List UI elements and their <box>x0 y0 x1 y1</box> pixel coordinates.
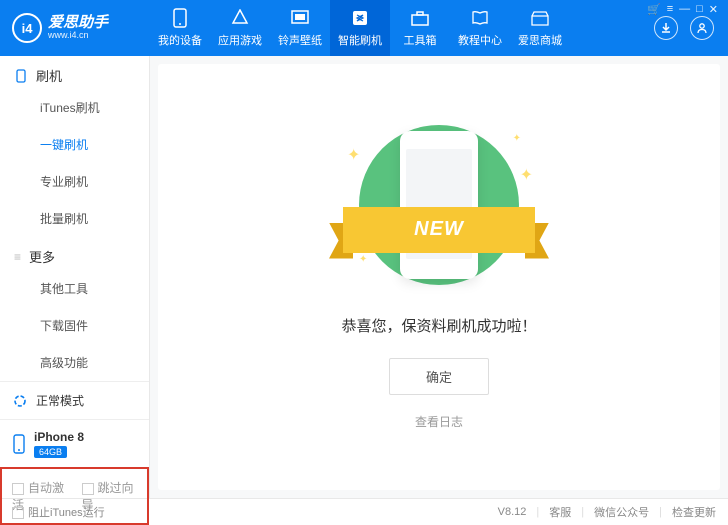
new-ribbon: NEW <box>343 207 535 253</box>
sidebar-section-flash[interactable]: 刷机 <box>0 56 149 89</box>
confirm-button[interactable]: 确定 <box>389 358 489 395</box>
toolbox-icon <box>410 8 430 28</box>
sidebar-item-advanced[interactable]: 高级功能 <box>0 344 149 381</box>
top-nav: 我的设备 应用游戏 铃声壁纸 智能刷机 工具箱 教程中心 爱思商城 <box>150 0 570 56</box>
sidebar-item-batch-flash[interactable]: 批量刷机 <box>0 200 149 237</box>
brand-url: www.i4.cn <box>48 31 108 41</box>
device-mode[interactable]: 正常模式 <box>0 381 149 419</box>
user-button[interactable] <box>690 16 714 40</box>
logo-icon: i4 <box>12 13 42 43</box>
footer-wechat[interactable]: 微信公众号 <box>594 504 649 520</box>
nav-tutorial[interactable]: 教程中心 <box>450 0 510 56</box>
nav-apps[interactable]: 应用游戏 <box>210 0 270 56</box>
block-itunes-checkbox[interactable]: 阻止iTunes运行 <box>12 504 105 520</box>
wallpaper-icon <box>291 8 309 28</box>
flash-icon <box>351 8 369 28</box>
sidebar-item-other-tools[interactable]: 其他工具 <box>0 270 149 307</box>
apps-icon <box>231 8 249 28</box>
download-button[interactable] <box>654 16 678 40</box>
sidebar: 刷机 iTunes刷机 一键刷机 专业刷机 批量刷机 ≡ 更多 其他工具 下载固… <box>0 56 150 498</box>
footer-support[interactable]: 客服 <box>549 504 571 520</box>
success-illustration: ✦ ✦ ✦ ✦ NEW <box>339 125 539 295</box>
sidebar-item-oneclick-flash[interactable]: 一键刷机 <box>0 126 149 163</box>
storage-badge: 64GB <box>34 446 67 458</box>
nav-ringtones[interactable]: 铃声壁纸 <box>270 0 330 56</box>
window-controls: 🛒 ≡ — □ ✕ <box>637 0 728 18</box>
minimize-button[interactable]: — <box>679 3 690 15</box>
version-label: V8.12 <box>498 506 527 518</box>
sidebar-item-download-fw[interactable]: 下载固件 <box>0 307 149 344</box>
sidebar-section-more[interactable]: ≡ 更多 <box>0 237 149 270</box>
main-panel: ✦ ✦ ✦ ✦ NEW 恭喜您，保资料刷机成功啦！ 确定 查看日志 <box>150 56 728 498</box>
device-info[interactable]: iPhone 8 64GB <box>0 419 149 467</box>
cart-icon[interactable]: 🛒 <box>647 3 661 16</box>
nav-my-device[interactable]: 我的设备 <box>150 0 210 56</box>
nav-store[interactable]: 爱思商城 <box>510 0 570 56</box>
view-log-link[interactable]: 查看日志 <box>415 413 463 430</box>
header: i4 爱思助手 www.i4.cn 我的设备 应用游戏 铃声壁纸 智能刷机 工具… <box>0 0 728 56</box>
store-icon <box>530 8 550 28</box>
menu-icon[interactable]: ≡ <box>667 3 673 15</box>
brand-name: 爱思助手 <box>48 15 108 32</box>
device-icon <box>173 8 187 28</box>
footer-update[interactable]: 检查更新 <box>672 504 716 520</box>
nav-flash[interactable]: 智能刷机 <box>330 0 390 56</box>
close-button[interactable]: ✕ <box>709 3 718 16</box>
success-message: 恭喜您，保资料刷机成功啦！ <box>341 315 536 336</box>
nav-toolbox[interactable]: 工具箱 <box>390 0 450 56</box>
maximize-button[interactable]: □ <box>696 3 703 15</box>
book-icon <box>471 8 489 28</box>
sidebar-item-pro-flash[interactable]: 专业刷机 <box>0 163 149 200</box>
sidebar-item-itunes-flash[interactable]: iTunes刷机 <box>0 89 149 126</box>
device-name: iPhone 8 <box>34 430 84 444</box>
logo[interactable]: i4 爱思助手 www.i4.cn <box>0 13 150 43</box>
